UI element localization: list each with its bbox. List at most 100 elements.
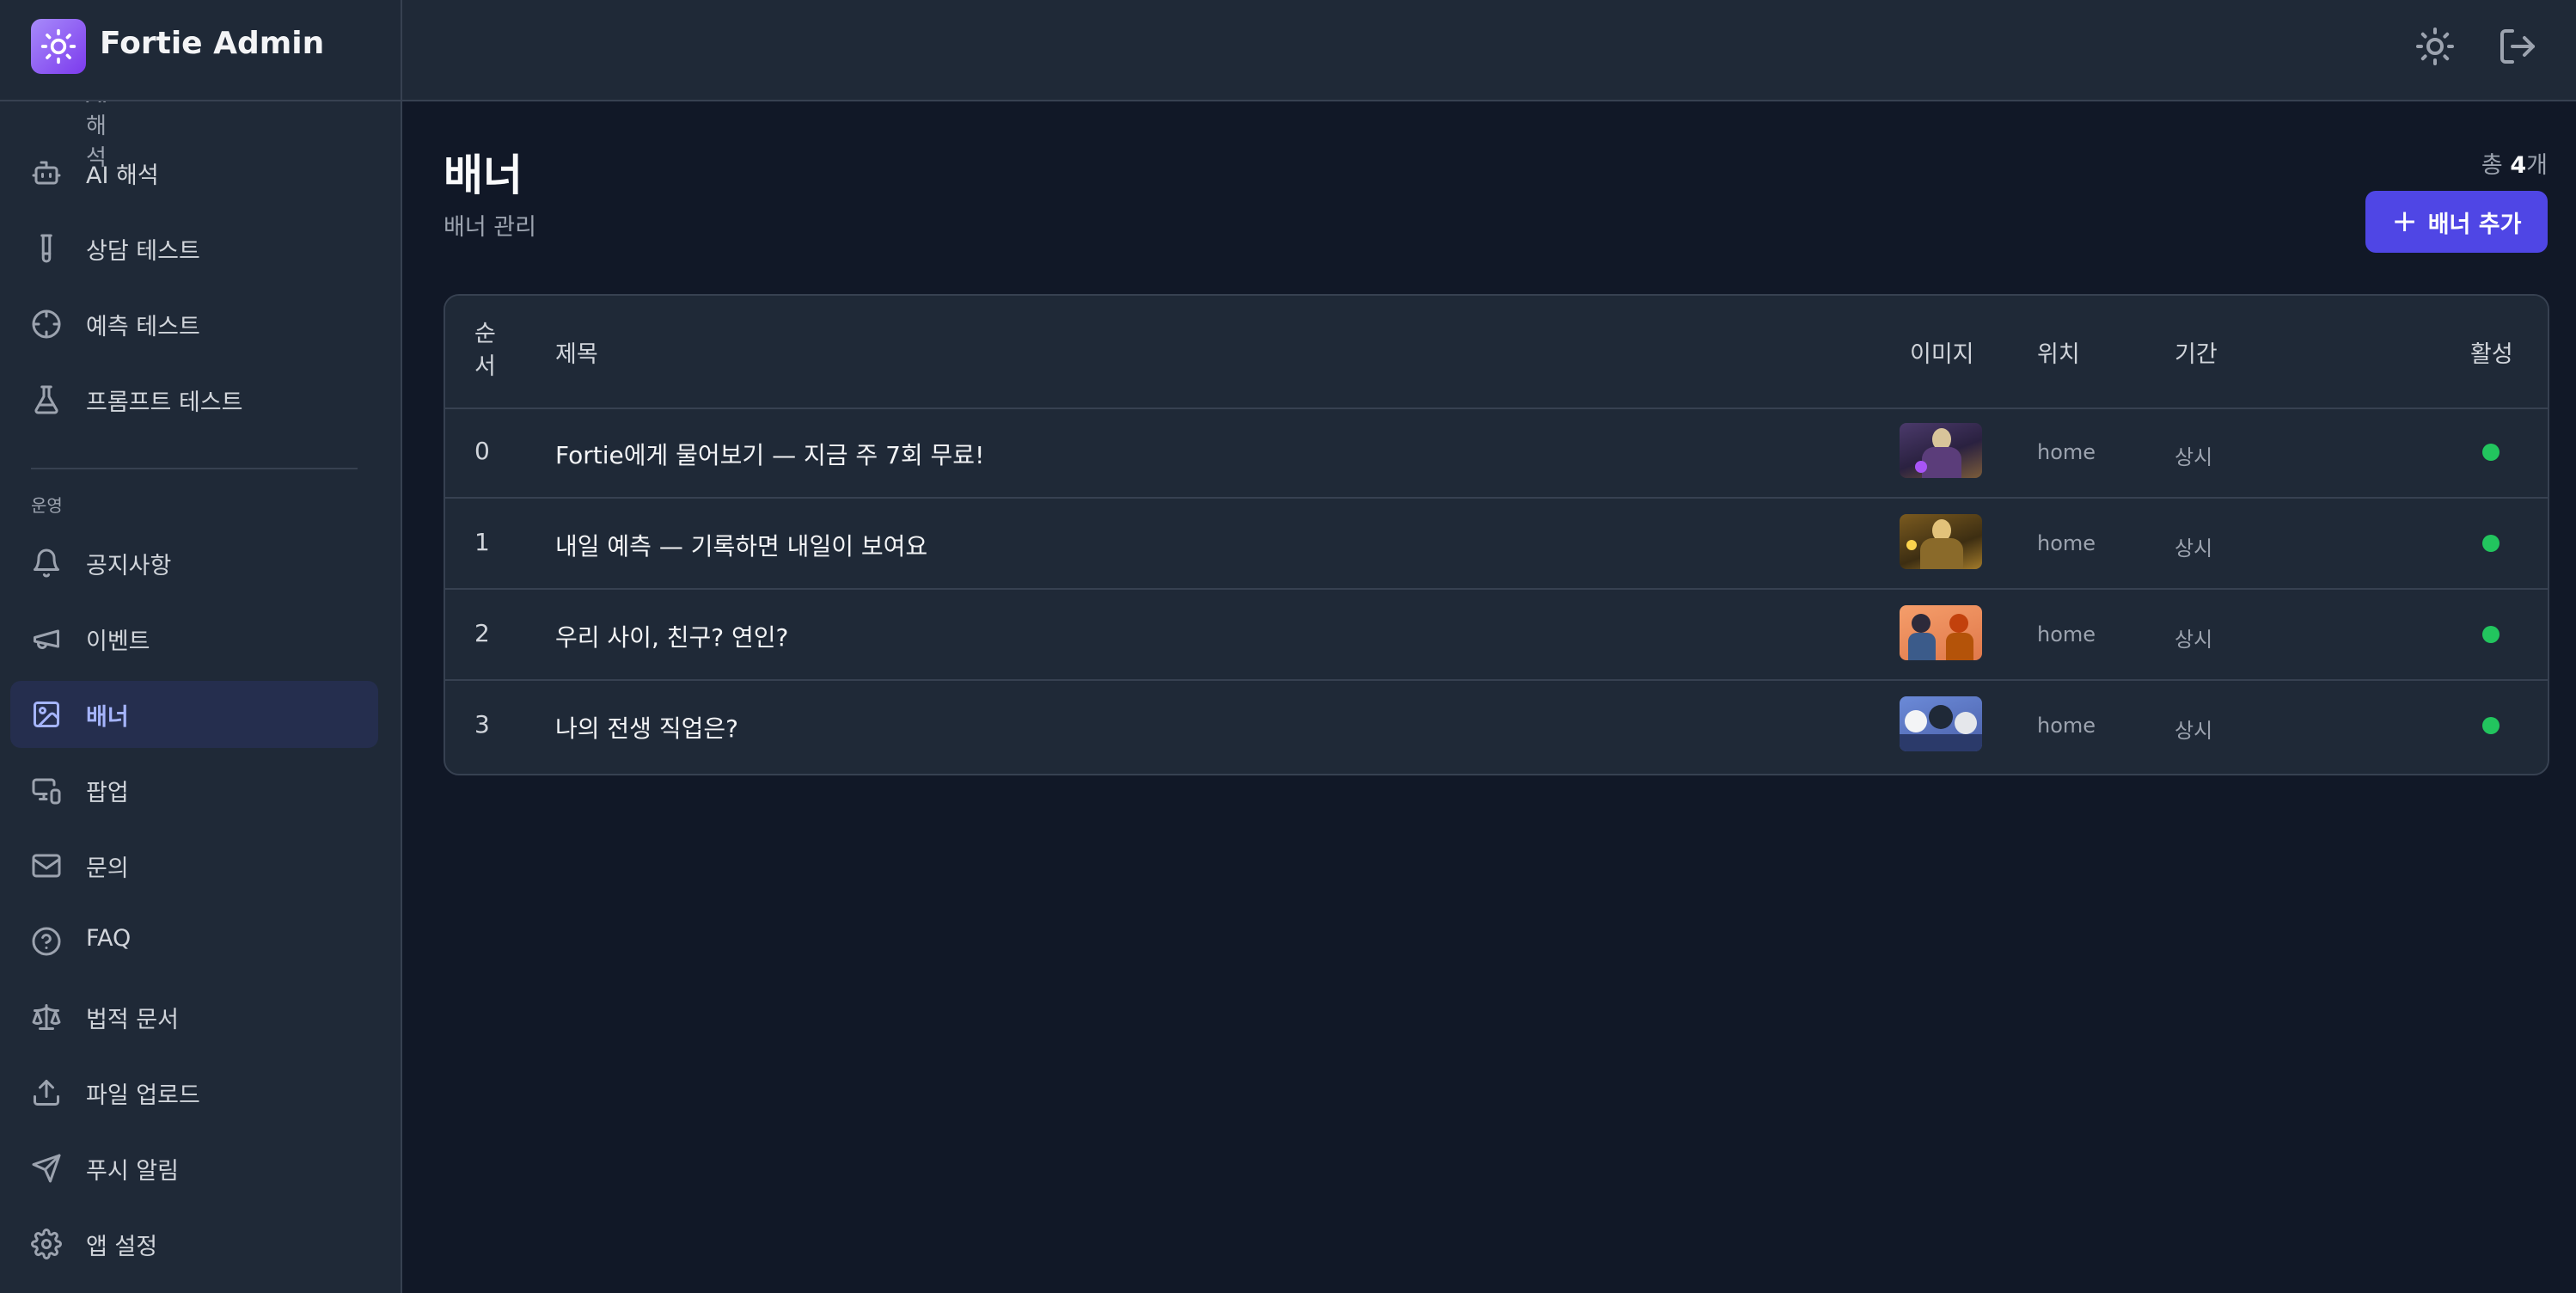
add-banner-button[interactable]: + 배너 추가	[2365, 191, 2548, 253]
sidebar-item-notices[interactable]: 공지사항	[10, 530, 378, 597]
sidebar-item-popups[interactable]: 팝업	[10, 757, 378, 824]
column-header-order-line1: 순	[474, 321, 496, 347]
column-header-active[interactable]: 활성	[2470, 335, 2513, 369]
column-header-position[interactable]: 위치	[2037, 335, 2080, 369]
sidebar-item-label: 공지사항	[86, 553, 172, 579]
sidebar-item-legal-docs[interactable]: 법적 문서	[10, 984, 378, 1051]
megaphone-icon	[34, 629, 59, 649]
top-bar	[402, 0, 2576, 101]
sidebar-item-label: 상담 테스트	[86, 238, 200, 265]
mail-icon	[32, 854, 61, 878]
banner-thumbnail	[1900, 423, 1982, 478]
settings-icon	[31, 1229, 62, 1259]
add-banner-label: 배너 추가	[2427, 211, 2522, 238]
banner-thumbnail	[1900, 696, 1982, 751]
active-status-dot	[2482, 535, 2500, 552]
upload-icon	[34, 1080, 59, 1106]
sidebar-item-label: FAQ	[86, 925, 132, 952]
row-title: 나의 전생 직업은?	[555, 714, 738, 743]
flask-icon	[34, 385, 58, 414]
row-title: Fortie에게 물어보기 — 지금 주 7회 무료!	[555, 441, 985, 469]
total-count: 총 4개	[2481, 146, 2548, 180]
sidebar-divider	[31, 468, 358, 469]
sidebar-item-faq[interactable]: FAQ	[10, 908, 378, 975]
active-status-dot	[2482, 444, 2500, 461]
sidebar-item-label: 프롬프트 테스트	[86, 389, 243, 416]
test-tube-icon	[40, 234, 52, 263]
app-title: Fortie Admin	[100, 26, 325, 61]
table-body: 0 Fortie에게 물어보기 — 지금 주 7회 무료! home 상시 1 …	[445, 408, 2548, 772]
sidebar-item-predict-test[interactable]: 예측 테스트	[10, 291, 378, 358]
sidebar-item-app-settings[interactable]: 앱 설정	[10, 1210, 378, 1278]
row-title: 내일 예측 — 기록하면 내일이 보여요	[555, 532, 928, 561]
sidebar-item-label: 푸시 알림	[86, 1158, 179, 1185]
total-suffix: 개	[2526, 152, 2548, 179]
page-subtitle: 배너 관리	[444, 214, 536, 241]
sidebar-item-label: 배너	[86, 704, 129, 731]
image-icon	[34, 702, 59, 727]
row-title: 우리 사이, 친구? 연인?	[555, 623, 789, 652]
plus-icon: +	[2391, 204, 2418, 239]
crosshair-icon	[32, 309, 61, 339]
column-header-order[interactable]: 순 서	[474, 318, 496, 383]
table-row[interactable]: 1 내일 예측 — 기록하면 내일이 보여요 home 상시	[445, 499, 2548, 590]
column-header-order-line2: 서	[474, 353, 496, 380]
sidebar: AI 해석 AI 해석 상담 테스트 예측 테스트 프롬프트 테스트 운영 공지…	[0, 0, 402, 1293]
row-position: home	[2037, 440, 2096, 464]
sidebar-item-label: 파일 업로드	[86, 1082, 200, 1109]
row-period: 상시	[2175, 536, 2213, 561]
sun-icon[interactable]	[2414, 26, 2456, 67]
sidebar-section-label: 운영	[31, 495, 63, 516]
table-header: 순 서 제목 이미지 위치 기간 활성	[445, 296, 2548, 409]
sidebar-item-label: 앱 설정	[86, 1234, 158, 1260]
send-icon	[32, 1154, 61, 1183]
sidebar-item-push[interactable]: 푸시 알림	[10, 1135, 378, 1202]
banner-thumbnail	[1900, 605, 1982, 660]
sidebar-item-label: 팝업	[86, 780, 129, 806]
sidebar-item-prompt-test[interactable]: 프롬프트 테스트	[10, 366, 378, 433]
sidebar-item-events[interactable]: 이벤트	[10, 605, 378, 672]
row-order: 0	[474, 437, 490, 465]
row-period: 상시	[2175, 719, 2213, 743]
row-order: 2	[474, 619, 490, 647]
app-logo	[31, 19, 86, 74]
table-row[interactable]: 3 나의 전생 직업은? home 상시	[445, 681, 2548, 770]
bot-icon	[32, 161, 61, 185]
banner-table: 순 서 제목 이미지 위치 기간 활성 0 Fortie에게 물어보기 — 지금…	[444, 294, 2549, 775]
sidebar-item-banners[interactable]: 배너	[10, 681, 378, 748]
sun-logo-icon	[40, 28, 76, 64]
row-position: home	[2037, 714, 2096, 738]
sidebar-item-inquiries[interactable]: 문의	[10, 832, 378, 899]
sidebar-header: Fortie Admin	[0, 0, 401, 101]
sidebar-item-ai-analysis[interactable]: AI 해석	[10, 139, 378, 206]
row-period: 상시	[2175, 445, 2213, 469]
row-period: 상시	[2175, 628, 2213, 652]
sidebar-item-label: 예측 테스트	[86, 314, 200, 340]
sidebar-item-consult-test[interactable]: 상담 테스트	[10, 215, 378, 282]
total-count-value: 4	[2510, 152, 2527, 179]
sidebar-item-label: AI 해석	[86, 162, 159, 189]
help-circle-icon	[32, 927, 61, 956]
banner-thumbnail	[1900, 514, 1982, 569]
row-order: 1	[474, 528, 490, 556]
sidebar-item-label: 법적 문서	[86, 1007, 179, 1033]
table-row[interactable]: 0 Fortie에게 물어보기 — 지금 주 7회 무료! home 상시	[445, 408, 2548, 499]
active-status-dot	[2482, 626, 2500, 643]
column-header-period[interactable]: 기간	[2175, 335, 2218, 369]
active-status-dot	[2482, 717, 2500, 734]
sidebar-item-file-upload[interactable]: 파일 업로드	[10, 1059, 378, 1126]
sidebar-item-label: 문의	[86, 855, 129, 882]
total-prefix: 총	[2481, 152, 2511, 179]
sidebar-item-label: 이벤트	[86, 628, 150, 655]
monitor-smartphone-icon	[32, 778, 61, 805]
row-order: 3	[474, 710, 490, 738]
table-row[interactable]: 2 우리 사이, 친구? 연인? home 상시	[445, 590, 2548, 681]
log-out-icon[interactable]	[2497, 26, 2538, 67]
bell-icon	[34, 548, 59, 578]
page-title: 배너	[444, 150, 523, 200]
column-header-title[interactable]: 제목	[555, 335, 598, 369]
row-position: home	[2037, 622, 2096, 646]
row-position: home	[2037, 531, 2096, 555]
scale-icon	[32, 1004, 61, 1030]
column-header-image[interactable]: 이미지	[1910, 335, 1974, 369]
